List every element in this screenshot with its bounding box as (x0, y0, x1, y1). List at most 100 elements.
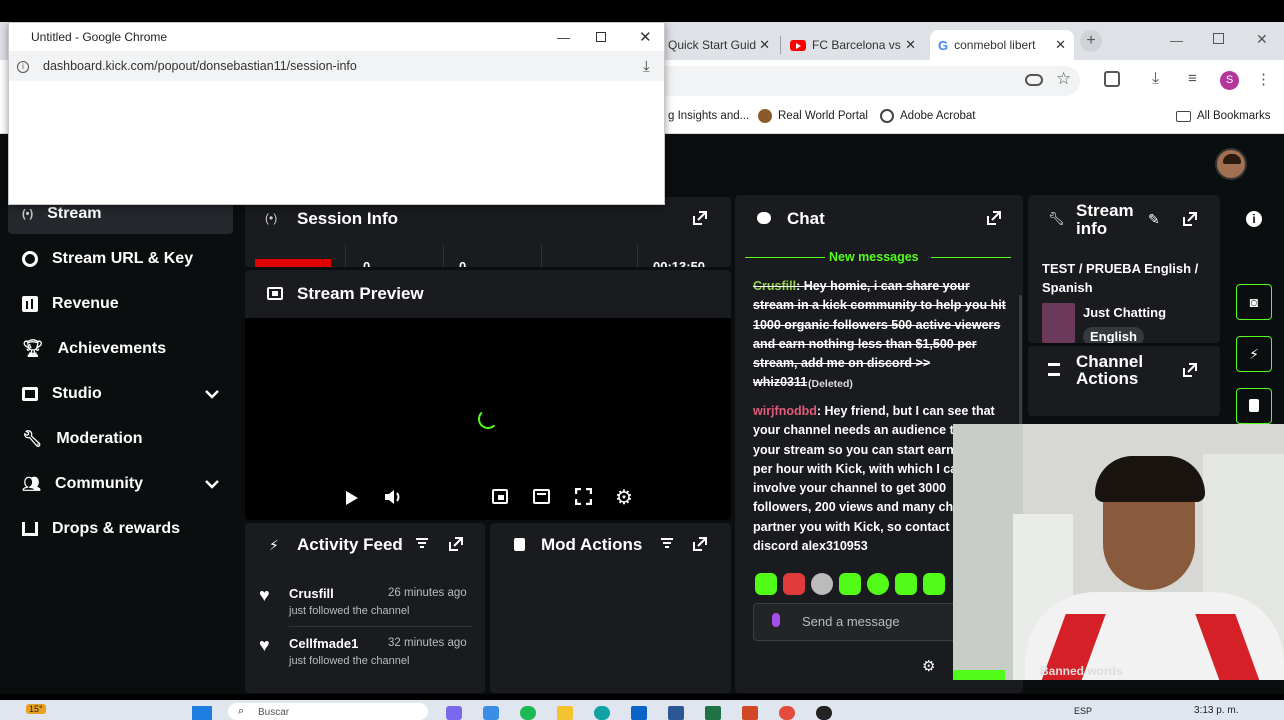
outlook-icon[interactable] (631, 706, 647, 720)
filter-icon[interactable] (660, 537, 674, 549)
activity-user[interactable]: Cellfmade1 (289, 636, 358, 651)
user-avatar[interactable] (1215, 148, 1247, 180)
screen-top-strip (0, 0, 1284, 22)
sidebar-item-achievements[interactable]: 🏆︎ Achievements (8, 329, 233, 369)
deleted-label: (Deleted) (808, 378, 853, 390)
download-icon[interactable]: ⤓ (1152, 70, 1159, 88)
profile-avatar[interactable]: S (1220, 71, 1239, 90)
chat-username[interactable]: wirjfnodbd (753, 404, 817, 418)
close-tab-icon[interactable]: ✕ (905, 37, 916, 53)
link-icon (22, 251, 38, 267)
banned-words-label[interactable]: Banned words (1040, 664, 1123, 678)
wrench-icon: 🔧︎ (22, 431, 43, 448)
media-icon[interactable]: ≡ (1188, 70, 1197, 87)
all-bookmarks[interactable]: All Bookmarks (1176, 100, 1271, 132)
lightning-action-button[interactable]: ⚡︎ (1236, 336, 1272, 372)
sidebar-item-stream-url-key[interactable]: Stream URL & Key (8, 239, 233, 279)
language-indicator[interactable]: ESP (1074, 706, 1092, 716)
activity-user[interactable]: Crusfill (289, 586, 334, 601)
filter-icon[interactable] (415, 537, 429, 549)
sidebar-item-drops-rewards[interactable]: Drops & rewards (8, 509, 233, 549)
emote-icon[interactable] (839, 573, 861, 595)
edge-icon[interactable] (594, 706, 610, 720)
password-key-icon[interactable] (1025, 74, 1043, 86)
volume-icon[interactable] (384, 489, 402, 505)
emote-icon[interactable] (783, 573, 805, 595)
popout-icon[interactable] (1183, 212, 1197, 226)
pip-icon[interactable] (492, 489, 508, 504)
chevron-down-icon[interactable] (205, 389, 219, 399)
taskbar-search[interactable]: ⌕ Buscar (228, 703, 428, 720)
start-icon[interactable] (192, 706, 212, 720)
browser-tab-barcelona[interactable]: FC Barcelona vs ✕ (782, 30, 924, 60)
excel-icon[interactable] (705, 706, 721, 720)
chat-message-deleted: Crusfill: Hey homie, i can share your st… (753, 279, 1006, 390)
chat-username[interactable]: Crusfill (753, 279, 796, 293)
microphone-icon[interactable] (772, 613, 780, 627)
powerpoint-icon[interactable] (742, 706, 758, 720)
popup-url-bar[interactable]: dashboard.kick.com/popout/donsebastian11… (9, 51, 664, 81)
studio-icon (22, 387, 38, 401)
obs-icon[interactable] (816, 706, 832, 720)
theater-icon[interactable] (533, 489, 550, 504)
popout-icon[interactable] (987, 211, 1001, 225)
chrome-icon[interactable] (779, 706, 795, 720)
weather-widget[interactable]: 15° (26, 704, 46, 714)
popout-icon[interactable] (693, 537, 707, 551)
settings-gear-icon[interactable]: ⚙︎ (615, 485, 633, 510)
sidebar-item-revenue[interactable]: Revenue (8, 284, 233, 324)
emote-icon[interactable] (895, 573, 917, 595)
fullscreen-icon[interactable] (575, 488, 592, 505)
bookmark-realworld[interactable]: Real World Portal (758, 100, 868, 132)
emote-icon[interactable] (755, 573, 777, 595)
bookmark-acrobat[interactable]: Adobe Acrobat (880, 100, 975, 132)
file-explorer-icon[interactable] (557, 706, 573, 720)
popout-icon[interactable] (449, 537, 463, 551)
popup-maximize-icon[interactable] (596, 32, 606, 42)
emote-icon[interactable] (811, 573, 833, 595)
minimize-icon[interactable]: — (1170, 33, 1183, 48)
sidebar-item-studio[interactable]: Studio (8, 374, 233, 414)
download-icon[interactable]: ⤓ (643, 58, 650, 75)
extensions-icon[interactable] (1104, 71, 1120, 87)
close-tab-icon[interactable]: ✕ (759, 37, 770, 53)
popout-icon[interactable] (1183, 363, 1197, 377)
emote-icon[interactable] (923, 573, 945, 595)
sidebar-item-label: Achievements (57, 340, 167, 357)
panel-title: Channel Actions (1076, 352, 1144, 388)
new-messages-divider[interactable]: New messages (829, 250, 919, 264)
tab-label: conmebol libert (954, 38, 1036, 52)
teams-icon[interactable] (446, 706, 462, 720)
document-action-button[interactable] (1236, 388, 1272, 424)
new-tab-button[interactable]: + (1080, 30, 1102, 52)
spotify-icon[interactable] (520, 706, 536, 720)
camera-action-button[interactable]: ◙ (1236, 284, 1272, 320)
taskbar-clock[interactable]: 3:13 p. m. (1194, 705, 1238, 716)
bookmark-star-icon[interactable]: ☆ (1056, 69, 1071, 89)
popup-close-icon[interactable]: ✕ (639, 28, 652, 46)
popup-minimize-icon[interactable]: — (557, 30, 570, 45)
chat-settings-icon[interactable]: ⚙︎ (922, 657, 935, 675)
menu-icon[interactable]: ⋮ (1256, 70, 1271, 88)
popout-icon[interactable] (693, 211, 707, 225)
browser-tab-quickstart[interactable]: Quick Start Guid ✕ (660, 30, 778, 60)
sidebar-item-community[interactable]: 👥︎ Community (8, 464, 233, 504)
category-name[interactable]: Just Chatting (1083, 305, 1166, 320)
site-info-icon[interactable]: i (17, 61, 29, 73)
word-icon[interactable] (668, 706, 684, 720)
copilot-icon[interactable] (483, 706, 499, 720)
heart-icon: ♥ (259, 635, 270, 655)
popup-url: dashboard.kick.com/popout/donsebastian11… (43, 59, 357, 73)
emote-icon[interactable] (867, 573, 889, 595)
edit-pencil-icon[interactable]: ✎ (1148, 211, 1160, 228)
info-icon[interactable]: i (1246, 211, 1262, 227)
close-tab-icon[interactable]: ✕ (1055, 37, 1066, 53)
sidebar-item-moderation[interactable]: 🔧︎ Moderation (8, 419, 233, 459)
popup-title: Untitled - Google Chrome (31, 30, 168, 44)
close-window-icon[interactable]: ✕ (1256, 31, 1268, 48)
bookmark-insights[interactable]: g Insights and... (668, 100, 749, 132)
restore-icon[interactable] (1213, 33, 1224, 44)
chevron-down-icon[interactable] (205, 479, 219, 489)
browser-tab-conmebol[interactable]: G conmebol libert ✕ (930, 30, 1074, 60)
play-icon[interactable] (345, 490, 359, 506)
